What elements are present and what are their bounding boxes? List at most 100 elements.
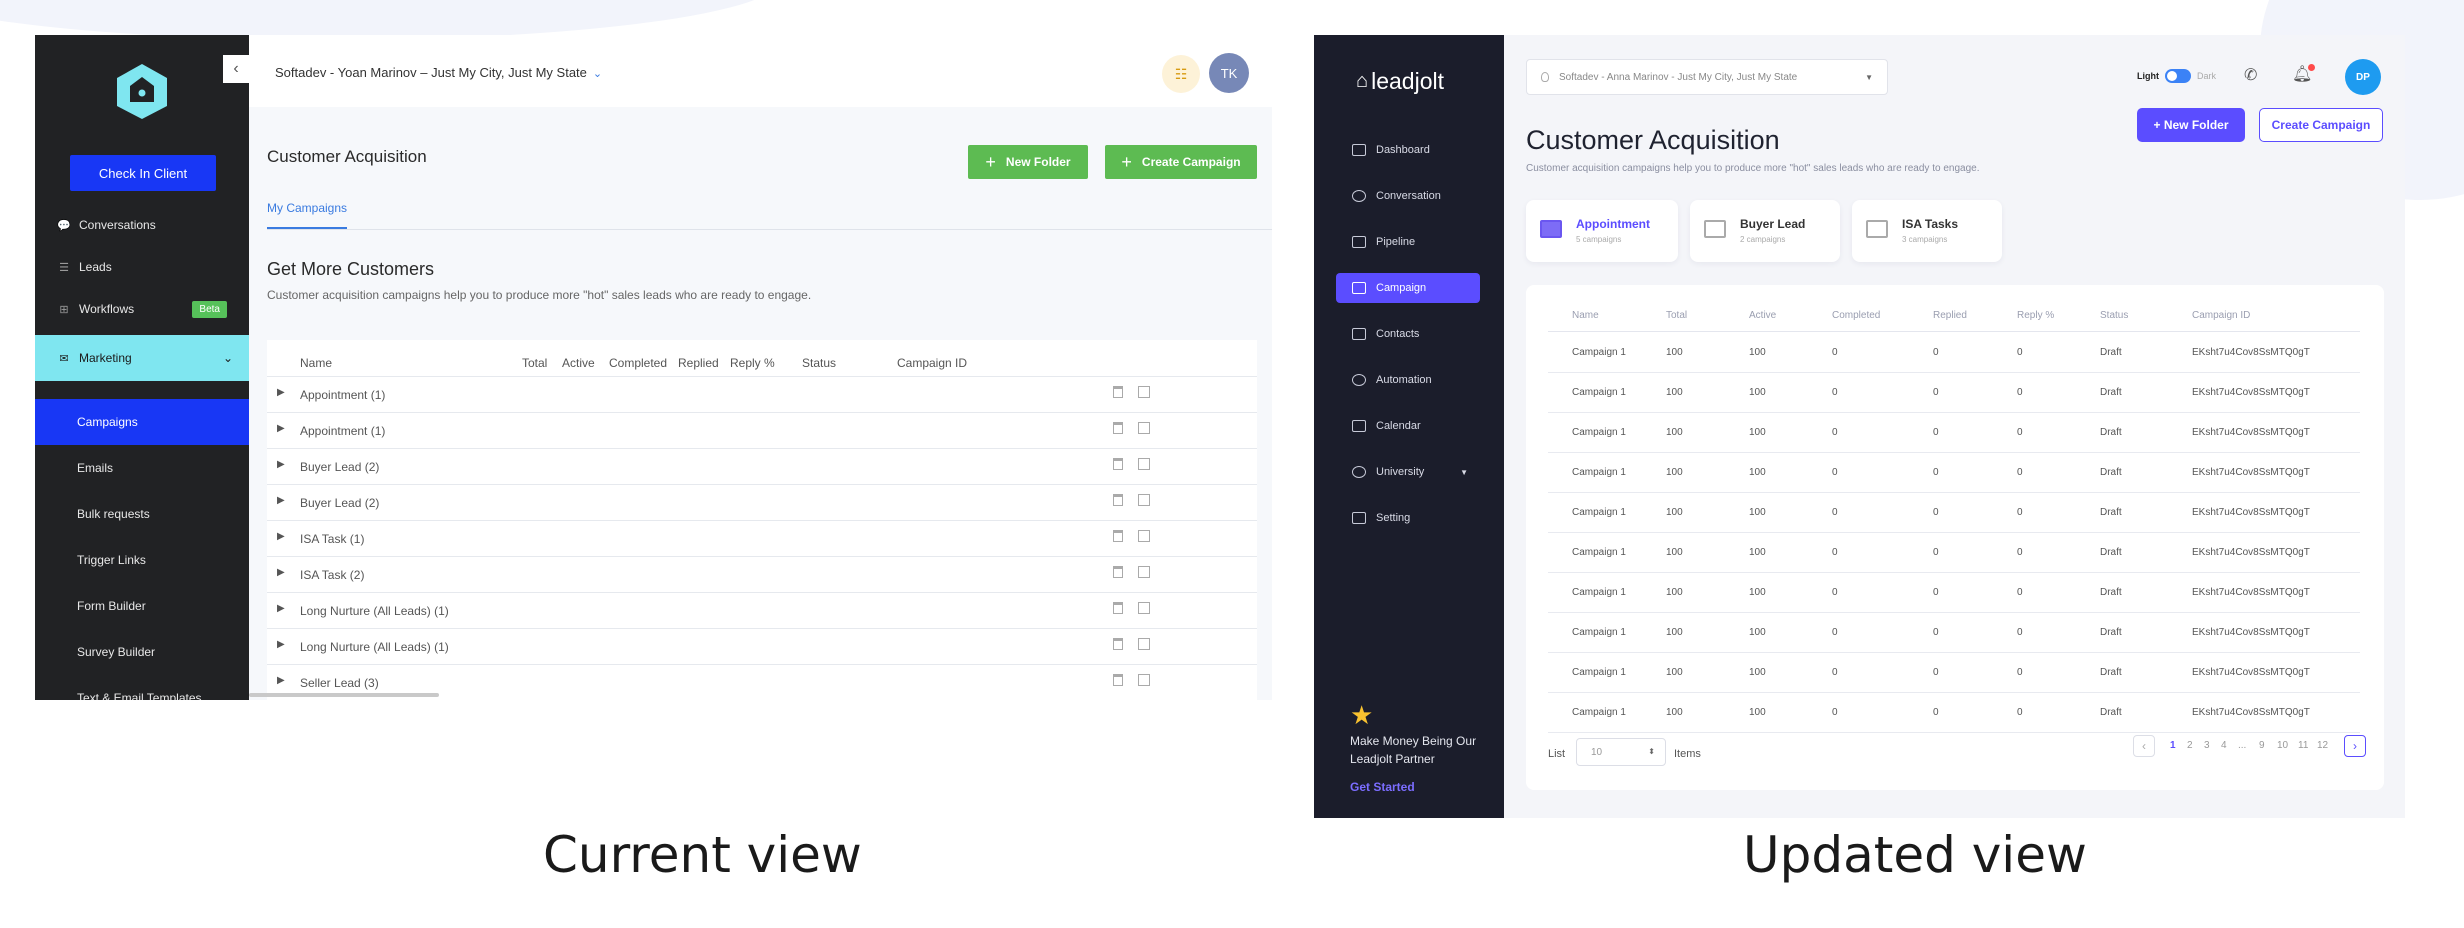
get-started-link[interactable]: Get Started (1350, 780, 1415, 794)
expand-icon[interactable]: ▶ (277, 495, 285, 506)
table-row[interactable]: Campaign 1 100 100 0 0 0 Draft EKsht7u4Cov8SsMT… (1548, 613, 2360, 653)
phone-icon[interactable]: ✆ (2244, 65, 2257, 85)
subnav-item-bulk-requests[interactable]: Bulk requests (35, 491, 249, 537)
table-row[interactable]: Campaign 1 100 100 0 0 0 Draft EKsht7u4Cov8SsMT… (1548, 373, 2360, 413)
table-row[interactable]: ▶ Long Nurture (All Leads) (1) (267, 628, 1257, 664)
subnav-item-form-builder[interactable]: Form Builder (35, 583, 249, 629)
page-number[interactable]: 2 (2187, 740, 2193, 751)
avatar[interactable]: TK (1209, 53, 1249, 93)
sidebar-item-contacts[interactable]: Contacts (1336, 319, 1480, 349)
trash-icon[interactable] (1113, 566, 1123, 578)
create-campaign-button[interactable]: Create Campaign (2259, 108, 2383, 142)
check-in-client-button[interactable]: Check In Client (70, 155, 216, 191)
expand-icon[interactable]: ▶ (277, 675, 285, 686)
edit-icon[interactable] (1138, 674, 1150, 686)
sidebar-item-leads[interactable]: ☰ Leads (35, 257, 249, 277)
sidebar-item-calendar[interactable]: Calendar (1336, 411, 1480, 441)
page-number[interactable]: 11 (2298, 740, 2308, 751)
table-row[interactable]: Campaign 1 100 100 0 0 0 Draft EKsht7u4Cov8SsMT… (1548, 573, 2360, 613)
cell-replied: 0 (1933, 627, 1939, 638)
page-number[interactable]: 3 (2204, 740, 2210, 751)
table-row[interactable]: ▶ ISA Task (1) (267, 520, 1257, 556)
table-row[interactable]: Campaign 1 100 100 0 0 0 Draft EKsht7u4Cov8SsMT… (1548, 493, 2360, 533)
automation-icon (1352, 374, 1366, 386)
new-folder-button[interactable]: + New Folder (968, 145, 1088, 179)
subnav-item-templates[interactable]: Text & Email Templates (35, 675, 249, 700)
trash-icon[interactable] (1113, 638, 1123, 650)
expand-icon[interactable]: ▶ (277, 639, 285, 650)
trash-icon[interactable] (1113, 386, 1123, 398)
table-row[interactable]: ▶ Buyer Lead (2) (267, 484, 1257, 520)
leadjolt-logo: ⌂ leadjolt (1356, 68, 1444, 95)
create-campaign-button[interactable]: + Create Campaign (1105, 145, 1257, 179)
subnav-item-trigger-links[interactable]: Trigger Links (35, 537, 249, 583)
list-icon[interactable]: ☷ (1162, 55, 1200, 93)
folder-card-isa-tasks[interactable]: ISA Tasks 3 campaigns (1852, 200, 2002, 262)
sidebar-item-conversations[interactable]: 💬 Conversations (35, 215, 249, 235)
table-row[interactable]: ▶ Appointment (1) (267, 376, 1257, 412)
table-row[interactable]: ▶ Long Nurture (All Leads) (1) (267, 592, 1257, 628)
collapse-sidebar-button[interactable]: ‹ (223, 55, 249, 83)
table-row[interactable]: ▶ ISA Task (2) (267, 556, 1257, 592)
subnav-item-campaigns[interactable]: Campaigns (35, 399, 249, 445)
expand-icon[interactable]: ▶ (277, 459, 285, 470)
tab-my-campaigns[interactable]: My Campaigns (267, 201, 347, 215)
expand-icon[interactable]: ▶ (277, 567, 285, 578)
page-number[interactable]: 4 (2221, 740, 2227, 751)
prev-page-button[interactable]: ‹ (2133, 735, 2155, 757)
sidebar-item-workflows[interactable]: ⊞ Workflows Beta (35, 299, 249, 319)
subnav-item-survey-builder[interactable]: Survey Builder (35, 629, 249, 675)
folder-card-buyer-lead[interactable]: Buyer Lead 2 campaigns (1690, 200, 1840, 262)
expand-icon[interactable]: ▶ (277, 387, 285, 398)
table-row[interactable]: Campaign 1 100 100 0 0 0 Draft EKsht7u4Cov8SsMT… (1548, 533, 2360, 573)
sidebar-item-campaign[interactable]: Campaign (1336, 273, 1480, 303)
edit-icon[interactable] (1138, 566, 1150, 578)
table-row[interactable]: Campaign 1 100 100 0 0 0 Draft EKsht7u4Cov8SsMT… (1548, 413, 2360, 453)
folder-card-appointment[interactable]: Appointment 5 campaigns (1526, 200, 1678, 262)
sidebar-item-pipeline[interactable]: Pipeline (1336, 227, 1480, 257)
edit-icon[interactable] (1138, 386, 1150, 398)
trash-icon[interactable] (1113, 494, 1123, 506)
bell-icon[interactable]: 🔔︎ (2292, 64, 2316, 84)
new-folder-button[interactable]: + New Folder (2137, 108, 2245, 142)
sidebar-item-marketing[interactable]: ✉ Marketing ⌄ (35, 335, 249, 381)
sidebar-item-conversation[interactable]: Conversation (1336, 181, 1480, 211)
table-row[interactable]: Campaign 1 100 100 0 0 0 Draft EKsht7u4Cov8SsMT… (1548, 333, 2360, 373)
page-number[interactable]: 12 (2317, 740, 2328, 751)
table-row[interactable]: Campaign 1 100 100 0 0 0 Draft EKsht7u4Cov8SsMT… (1548, 653, 2360, 693)
edit-icon[interactable] (1138, 422, 1150, 434)
sidebar-item-setting[interactable]: Setting (1336, 503, 1480, 533)
trash-icon[interactable] (1113, 530, 1123, 542)
page-number[interactable]: 1 (2170, 740, 2176, 751)
table-row[interactable]: ▶ Buyer Lead (2) (267, 448, 1257, 484)
subnav-item-emails[interactable]: Emails (35, 445, 249, 491)
page-number[interactable]: 10 (2277, 740, 2288, 751)
workspace-selector[interactable]: Softadev - Anna Marinov - Just My City, … (1526, 59, 1888, 95)
edit-icon[interactable] (1138, 530, 1150, 542)
trash-icon[interactable] (1113, 422, 1123, 434)
edit-icon[interactable] (1138, 602, 1150, 614)
expand-icon[interactable]: ▶ (277, 531, 285, 542)
expand-icon[interactable]: ▶ (277, 423, 285, 434)
sidebar-item-university[interactable]: University ▼ (1336, 457, 1480, 487)
folder-name: Appointment (1576, 217, 1650, 231)
horizontal-scrollbar[interactable] (249, 693, 439, 697)
trash-icon[interactable] (1113, 458, 1123, 470)
edit-icon[interactable] (1138, 494, 1150, 506)
edit-icon[interactable] (1138, 458, 1150, 470)
next-page-button[interactable]: › (2344, 735, 2366, 757)
theme-toggle[interactable] (2165, 69, 2191, 83)
page-size-select[interactable]: 10 ⬍ (1576, 738, 1666, 766)
workspace-selector[interactable]: Softadev - Yoan Marinov – Just My City, … (275, 65, 602, 80)
sidebar-item-automation[interactable]: Automation (1336, 365, 1480, 395)
table-row[interactable]: Campaign 1 100 100 0 0 0 Draft EKsht7u4Cov8SsMT… (1548, 453, 2360, 493)
trash-icon[interactable] (1113, 602, 1123, 614)
expand-icon[interactable]: ▶ (277, 603, 285, 614)
sidebar-item-dashboard[interactable]: Dashboard (1336, 135, 1480, 165)
trash-icon[interactable] (1113, 674, 1123, 686)
table-row[interactable]: Campaign 1 100 100 0 0 0 Draft EKsht7u4Cov8SsMT… (1548, 693, 2360, 733)
page-number[interactable]: 9 (2259, 740, 2265, 751)
table-row[interactable]: ▶ Appointment (1) (267, 412, 1257, 448)
avatar[interactable]: DP (2345, 59, 2381, 95)
edit-icon[interactable] (1138, 638, 1150, 650)
